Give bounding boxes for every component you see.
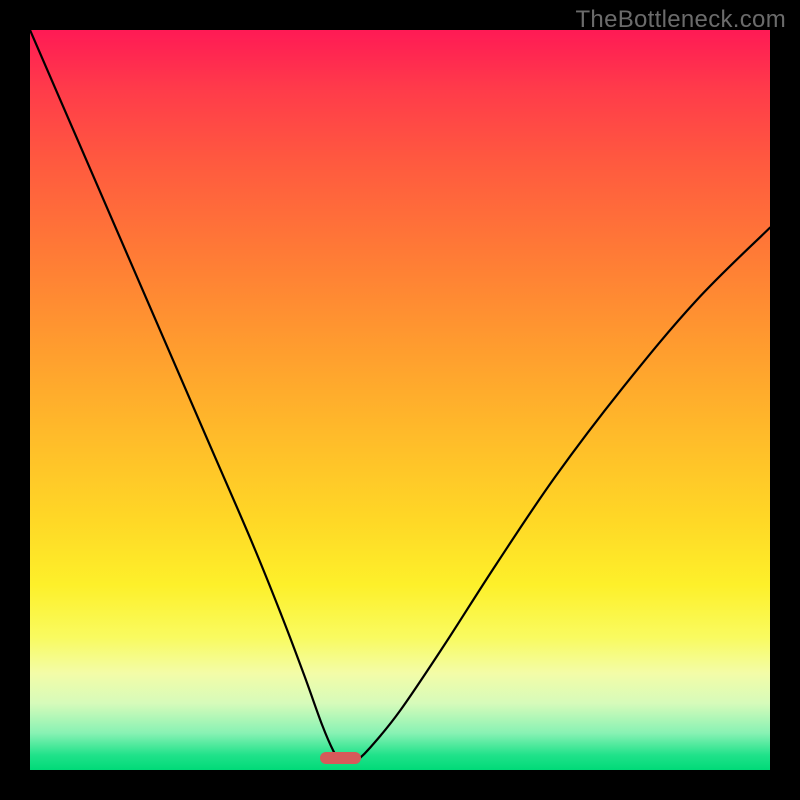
left-branch-curve (30, 30, 341, 762)
plot-area (30, 30, 770, 770)
minimum-marker (320, 752, 361, 764)
bottleneck-curves (30, 30, 770, 770)
watermark-text: TheBottleneck.com (575, 6, 786, 34)
right-branch-curve (356, 228, 770, 762)
chart-frame: TheBottleneck.com (0, 0, 800, 800)
